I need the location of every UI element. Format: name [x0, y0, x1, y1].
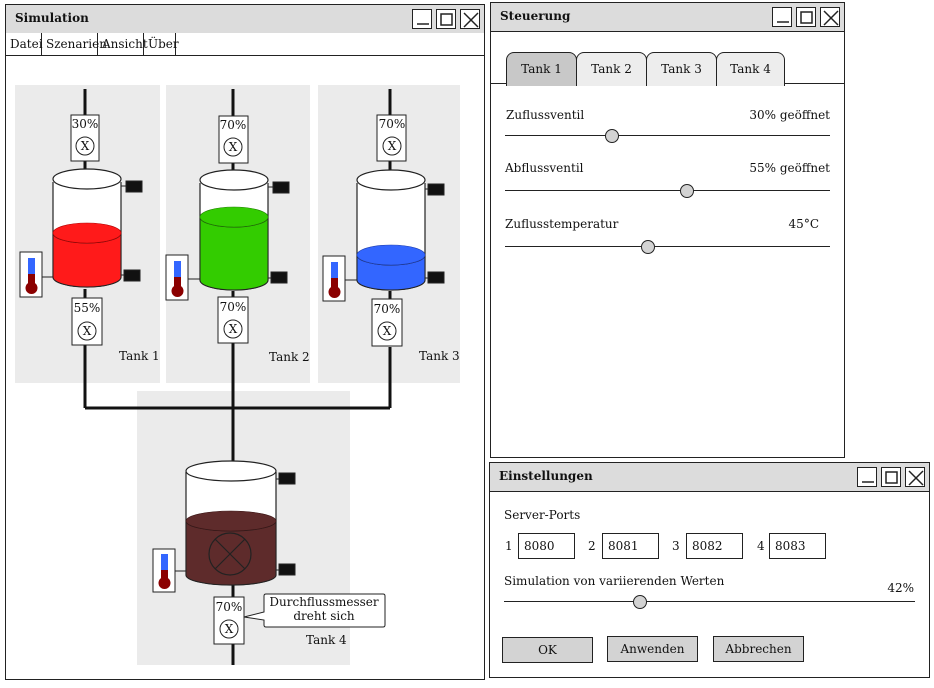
control-titlebar[interactable]: Steuerung — [491, 3, 844, 32]
valve-tank-3-outlet-value: 70% — [374, 302, 401, 316]
tooltip-text: Durchflussmesser dreht sich — [269, 595, 379, 623]
variation-label: Simulation von variierenden Werten — [504, 574, 725, 588]
port-4-number: 4 — [757, 539, 765, 553]
port-3-number: 3 — [672, 539, 680, 553]
outlet-valve-value: 55% geöffnet — [749, 161, 830, 175]
tank-1-label: Tank 1 — [119, 349, 160, 363]
valve-icon: X — [225, 622, 234, 636]
valve-tank-2-outlet-value: 70% — [220, 300, 247, 314]
settings-titlebar[interactable]: Einstellungen — [490, 463, 929, 492]
minimize-icon — [777, 21, 789, 23]
minimize-button[interactable] — [857, 467, 877, 487]
tank-4 — [185, 460, 277, 586]
outlet-valve-track[interactable] — [505, 190, 830, 191]
inlet-valve-slider-thumb[interactable] — [605, 129, 620, 143]
apply-button[interactable]: Anwenden — [607, 636, 698, 662]
tank-2 — [199, 169, 269, 291]
valve-tank-2-inlet[interactable]: 70% X — [218, 115, 249, 164]
inlet-valve-value: 30% geöffnet — [749, 108, 830, 122]
valve-tank-1-outlet[interactable]: 55% X — [71, 297, 103, 346]
tank-4-label: Tank 4 — [306, 633, 347, 647]
variation-slider-thumb[interactable] — [632, 595, 647, 609]
process-diagram: 30% X 55% X 70% X 70% X 70% X 70% X 70% … — [15, 85, 460, 665]
valve-tank-3-inlet-value: 70% — [379, 117, 406, 131]
port-3-input[interactable]: 8082 — [686, 533, 743, 559]
tank-3 — [356, 169, 426, 291]
cancel-button[interactable]: Abbrechen — [713, 636, 804, 662]
port-2-number: 2 — [588, 539, 596, 553]
tank-2-label: Tank 2 — [269, 350, 310, 364]
minimize-button[interactable] — [772, 7, 792, 27]
settings-window: Einstellungen Server-Ports 1 8080 2 8081… — [489, 462, 930, 678]
valve-tank-2-outlet[interactable]: 70% X — [217, 296, 249, 344]
inlet-valve-track[interactable] — [505, 135, 830, 136]
outlet-valve-label: Abflussventil — [505, 161, 584, 175]
valve-tank-3-outlet[interactable]: 70% X — [371, 298, 403, 347]
valve-icon: X — [81, 139, 90, 153]
valve-tank-3-inlet[interactable]: 70% X — [376, 114, 407, 162]
port-1-number: 1 — [505, 539, 513, 553]
minimize-icon — [862, 481, 874, 483]
tank-3-label: Tank 3 — [419, 349, 460, 363]
window-title: Steuerung — [500, 9, 571, 23]
maximize-icon — [885, 471, 898, 484]
outlet-valve-slider-thumb[interactable] — [680, 184, 694, 198]
maximize-icon — [800, 11, 813, 24]
valve-icon: X — [229, 322, 238, 336]
valve-icon: X — [83, 324, 92, 338]
inlet-temperature-label: Zuflusstemperatur — [505, 217, 619, 231]
inlet-temperature-value: 45°C — [788, 217, 819, 231]
tab-tank-4[interactable]: Tank 4 — [716, 52, 785, 86]
close-button[interactable] — [905, 467, 925, 487]
close-icon — [908, 470, 924, 486]
control-window: Steuerung Tank 1 Tank 2 Tank 3 Tank 4 Zu… — [490, 2, 845, 458]
server-ports-label: Server-Ports — [504, 508, 581, 522]
valve-tank-1-inlet-value: 30% — [72, 117, 99, 131]
tab-tank-1[interactable]: Tank 1 — [506, 52, 577, 86]
valve-tank-2-inlet-value: 70% — [220, 118, 247, 132]
valve-tank-4-outlet-value: 70% — [216, 600, 243, 614]
close-icon — [823, 10, 839, 26]
variation-track[interactable] — [504, 601, 915, 602]
port-1-input[interactable]: 8080 — [518, 533, 575, 559]
inlet-temperature-track[interactable] — [505, 246, 830, 247]
maximize-button[interactable] — [796, 7, 816, 27]
valve-tank-1-inlet[interactable]: 30% X — [70, 114, 100, 162]
valve-icon: X — [229, 140, 238, 154]
tab-tank-2[interactable]: Tank 2 — [576, 52, 647, 86]
port-2-input[interactable]: 8081 — [602, 533, 659, 559]
simulation-window: Simulation Datei Szenarien Ansicht Über — [5, 4, 485, 680]
ok-button[interactable]: OK — [502, 637, 593, 663]
close-button[interactable] — [820, 7, 840, 27]
tank-1 — [52, 168, 122, 288]
maximize-button[interactable] — [881, 467, 901, 487]
inlet-temperature-slider-thumb[interactable] — [641, 240, 655, 254]
window-title: Einstellungen — [499, 469, 593, 483]
tab-tank-3[interactable]: Tank 3 — [646, 52, 717, 86]
inlet-valve-label: Zuflussventil — [506, 108, 585, 122]
valve-icon: X — [383, 324, 392, 338]
port-4-input[interactable]: 8083 — [769, 533, 826, 559]
valve-tank-1-outlet-value: 55% — [74, 301, 101, 315]
valve-tank-4-outlet[interactable]: 70% X — [213, 596, 245, 645]
valve-icon: X — [388, 139, 397, 153]
variation-value: 42% — [887, 581, 914, 595]
